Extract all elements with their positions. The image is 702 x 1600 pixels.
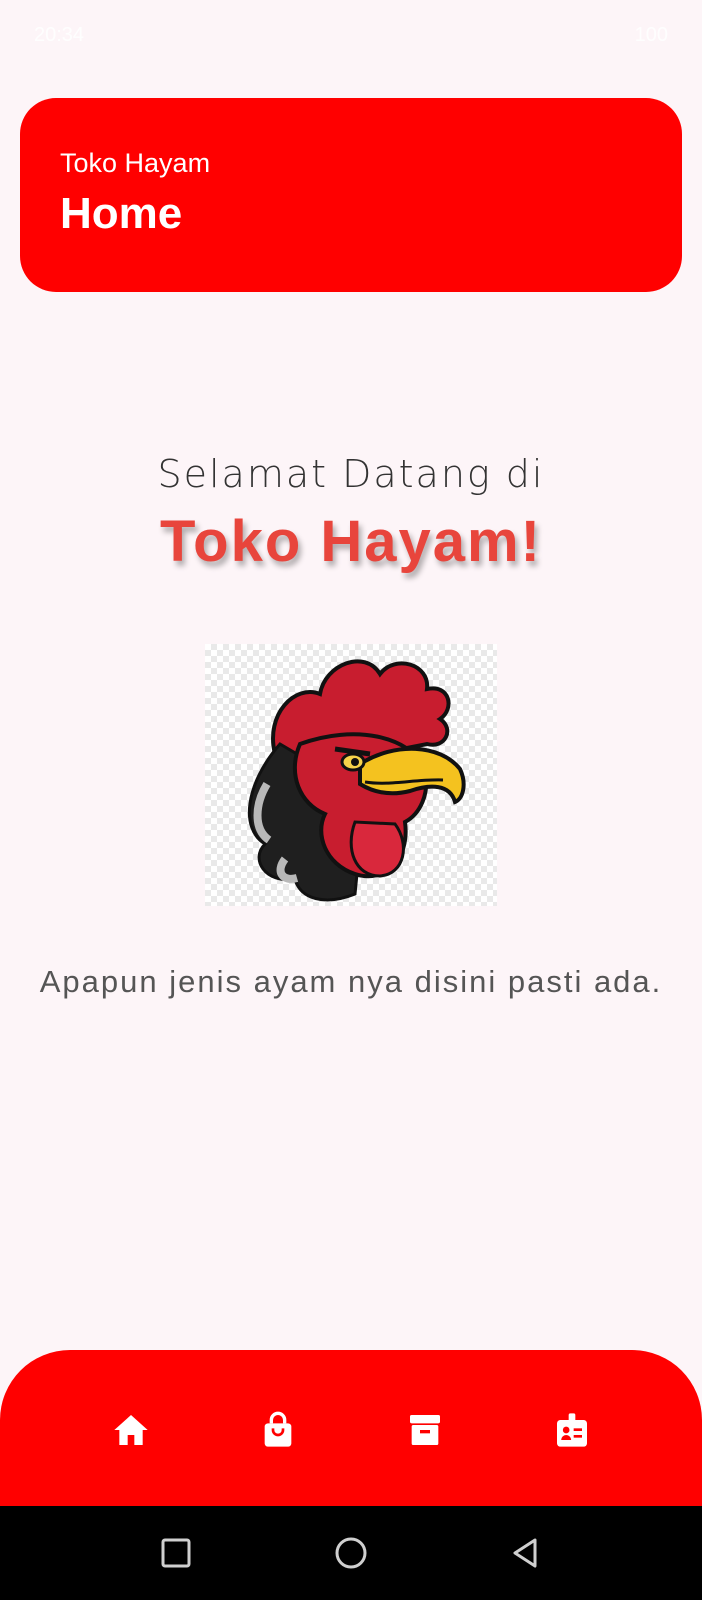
page-title: Home (60, 189, 183, 238)
nav-shop-button[interactable] (254, 1406, 302, 1454)
archive-icon (410, 1415, 440, 1445)
status-battery: 100 (634, 24, 668, 46)
app-name: Toko Hayam (60, 148, 211, 178)
tagline-text: Apapun jenis ayam nya disini pasti ada. (39, 964, 663, 999)
nav-archive-button[interactable] (401, 1406, 449, 1454)
system-home-button[interactable] (330, 1532, 372, 1574)
recents-button[interactable] (155, 1532, 197, 1574)
recents-square-icon (161, 1538, 191, 1568)
shopping-bag-icon (264, 1411, 292, 1447)
back-button[interactable] (505, 1532, 547, 1574)
nav-home-button[interactable] (107, 1406, 155, 1454)
home-icon (114, 1415, 148, 1445)
welcome-text: Selamat Datang di (157, 452, 545, 496)
home-circle-icon (335, 1537, 367, 1569)
back-triangle-icon (513, 1538, 537, 1568)
nav-profile-button[interactable] (548, 1406, 596, 1454)
system-navigation-bar (0, 1506, 702, 1600)
status-bar: 20:34 100 (0, 0, 702, 72)
rooster-logo-image (205, 644, 497, 906)
bottom-navigation (0, 1350, 702, 1506)
app-header: Toko Hayam Home (20, 98, 682, 292)
status-time: 20:34 (34, 24, 85, 46)
brand-title: Toko Hayam! (160, 509, 542, 574)
contact-card-icon (557, 1413, 587, 1447)
